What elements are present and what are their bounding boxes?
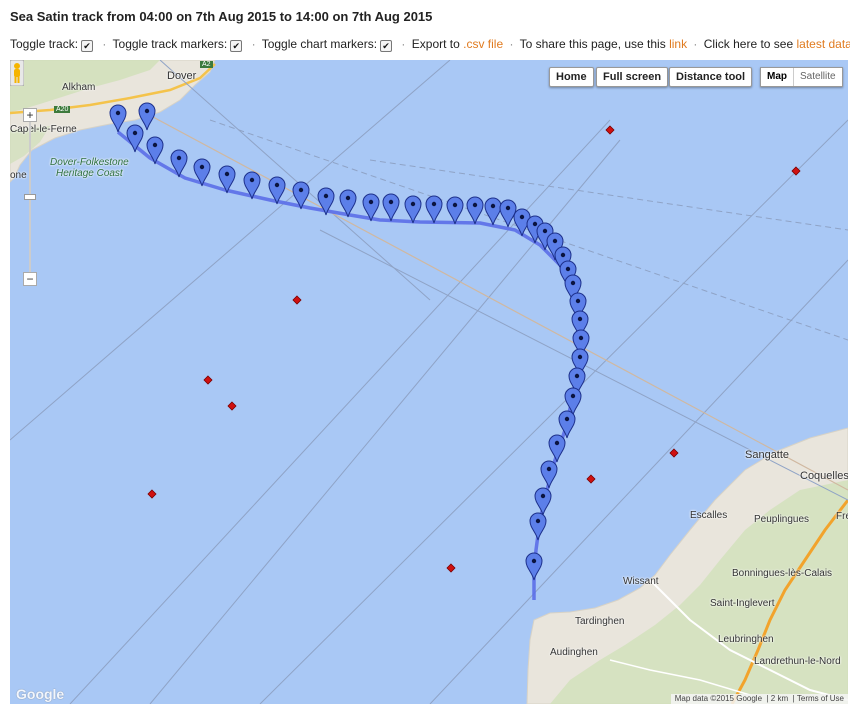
place-wissant: Wissant xyxy=(623,576,659,587)
google-logo: Google xyxy=(16,686,65,702)
zoom-out-button[interactable]: − xyxy=(23,272,37,286)
place-folkestone-coast: Dover-Folkestone Heritage Coast xyxy=(50,157,129,179)
chart-marker[interactable] xyxy=(203,375,213,385)
track-marker[interactable] xyxy=(548,434,566,463)
map-data-text: Map data ©2015 Google xyxy=(674,694,763,703)
chart-marker[interactable] xyxy=(446,563,456,573)
cable-line xyxy=(139,109,848,491)
chart-marker[interactable] xyxy=(605,125,615,135)
place-leubringhen: Leubringhen xyxy=(718,634,774,645)
map-attribution: Map data ©2015 Google | 2 km | Terms of … xyxy=(670,694,848,704)
place-peuplingues: Peuplingues xyxy=(754,514,810,525)
track-marker[interactable] xyxy=(446,196,464,225)
full-screen-button[interactable]: Full screen xyxy=(596,67,669,87)
toggle-track-label: Toggle track: xyxy=(10,37,79,51)
place-audinghen: Audinghen xyxy=(550,647,598,658)
zoom-slider-thumb[interactable] xyxy=(24,194,36,200)
place-saint-inglevert: Saint-Inglevert xyxy=(710,598,775,609)
latest-text: Click here to see xyxy=(703,37,794,51)
track-marker[interactable] xyxy=(499,199,517,228)
track-marker[interactable] xyxy=(525,552,543,581)
place-alkham: Alkham xyxy=(62,82,96,93)
place-sangatte: Sangatte xyxy=(745,449,790,461)
separator: · xyxy=(102,37,107,51)
zoom-in-button[interactable]: + xyxy=(23,108,37,122)
separator: · xyxy=(401,37,406,51)
distance-tool-button[interactable]: Distance tool xyxy=(669,67,753,87)
place-landrethun: Landrethun-le-Nord xyxy=(754,656,841,667)
latest-data-link[interactable]: latest data xyxy=(796,37,850,51)
scale-bar: 2 km xyxy=(770,694,789,703)
place-escalles: Escalles xyxy=(690,510,728,521)
chart-marker[interactable] xyxy=(669,448,679,458)
track-marker[interactable] xyxy=(484,197,502,226)
place-coquelles: Coquelles xyxy=(800,470,848,482)
place-bonningues: Bonningues-lès-Calais xyxy=(732,568,833,579)
road-label-a20: A20 xyxy=(54,106,71,113)
track-marker[interactable] xyxy=(382,193,400,222)
track-marker[interactable] xyxy=(126,124,144,153)
separator: · xyxy=(251,37,256,51)
toggle-chart-markers-label: Toggle chart markers: xyxy=(261,37,378,51)
terms-link[interactable]: Terms of Use xyxy=(797,694,844,703)
track-marker[interactable] xyxy=(466,196,484,225)
toggle-track-checkbox[interactable]: ✔ xyxy=(81,40,94,52)
home-button[interactable]: Home xyxy=(549,67,594,87)
toggle-track-markers-label: Toggle track markers: xyxy=(112,37,228,51)
street-view-pegman-icon[interactable] xyxy=(10,60,24,86)
track-marker[interactable] xyxy=(534,487,552,516)
csv-export-link[interactable]: .csv file xyxy=(463,37,503,51)
place-tardinghen: Tardinghen xyxy=(575,616,625,627)
place-dover: Dover xyxy=(167,70,197,82)
track-marker[interactable] xyxy=(404,195,422,224)
place-capel: Capel-le-Ferne xyxy=(10,124,77,135)
track-marker[interactable] xyxy=(529,512,547,541)
toolbar: Toggle track: ✔ · Toggle track markers: ✔ … xyxy=(10,37,850,52)
export-label: Export to xyxy=(411,37,460,51)
zoom-control: + − xyxy=(23,108,37,292)
track-marker[interactable] xyxy=(138,102,156,131)
separator: · xyxy=(693,37,698,51)
map-type-map[interactable]: Map xyxy=(761,68,794,86)
toggle-track-markers-checkbox[interactable]: ✔ xyxy=(230,40,243,52)
map-canvas[interactable]: Alkham Dover Capel-le-Ferne Dover-Folkes… xyxy=(10,60,848,704)
map-type-control: Map Satellite xyxy=(760,67,843,87)
map-type-satellite[interactable]: Satellite xyxy=(794,68,842,86)
chart-marker[interactable] xyxy=(586,474,596,484)
place-folkestone-coast-line1: Dover-Folkestone xyxy=(50,157,129,168)
track-marker[interactable] xyxy=(146,136,164,165)
track-marker[interactable] xyxy=(558,410,576,439)
toggle-chart-markers-checkbox[interactable]: ✔ xyxy=(380,40,393,52)
zoom-slider-track[interactable] xyxy=(29,122,31,278)
place-fre: Fre xyxy=(836,511,848,522)
share-link[interactable]: link xyxy=(669,37,687,51)
track-marker[interactable] xyxy=(109,104,127,133)
page-title: Sea Satin track from 04:00 on 7th Aug 20… xyxy=(10,9,433,24)
chart-marker[interactable] xyxy=(292,295,302,305)
road-label-a2: A2 xyxy=(200,61,213,68)
chart-marker[interactable] xyxy=(147,489,157,499)
track-marker[interactable] xyxy=(540,460,558,489)
share-text: To share this page, use this xyxy=(519,37,666,51)
place-folkestone-coast-line2: Heritage Coast xyxy=(56,168,123,179)
track-marker[interactable] xyxy=(425,195,443,224)
chart-marker[interactable] xyxy=(227,401,237,411)
separator: · xyxy=(509,37,514,51)
